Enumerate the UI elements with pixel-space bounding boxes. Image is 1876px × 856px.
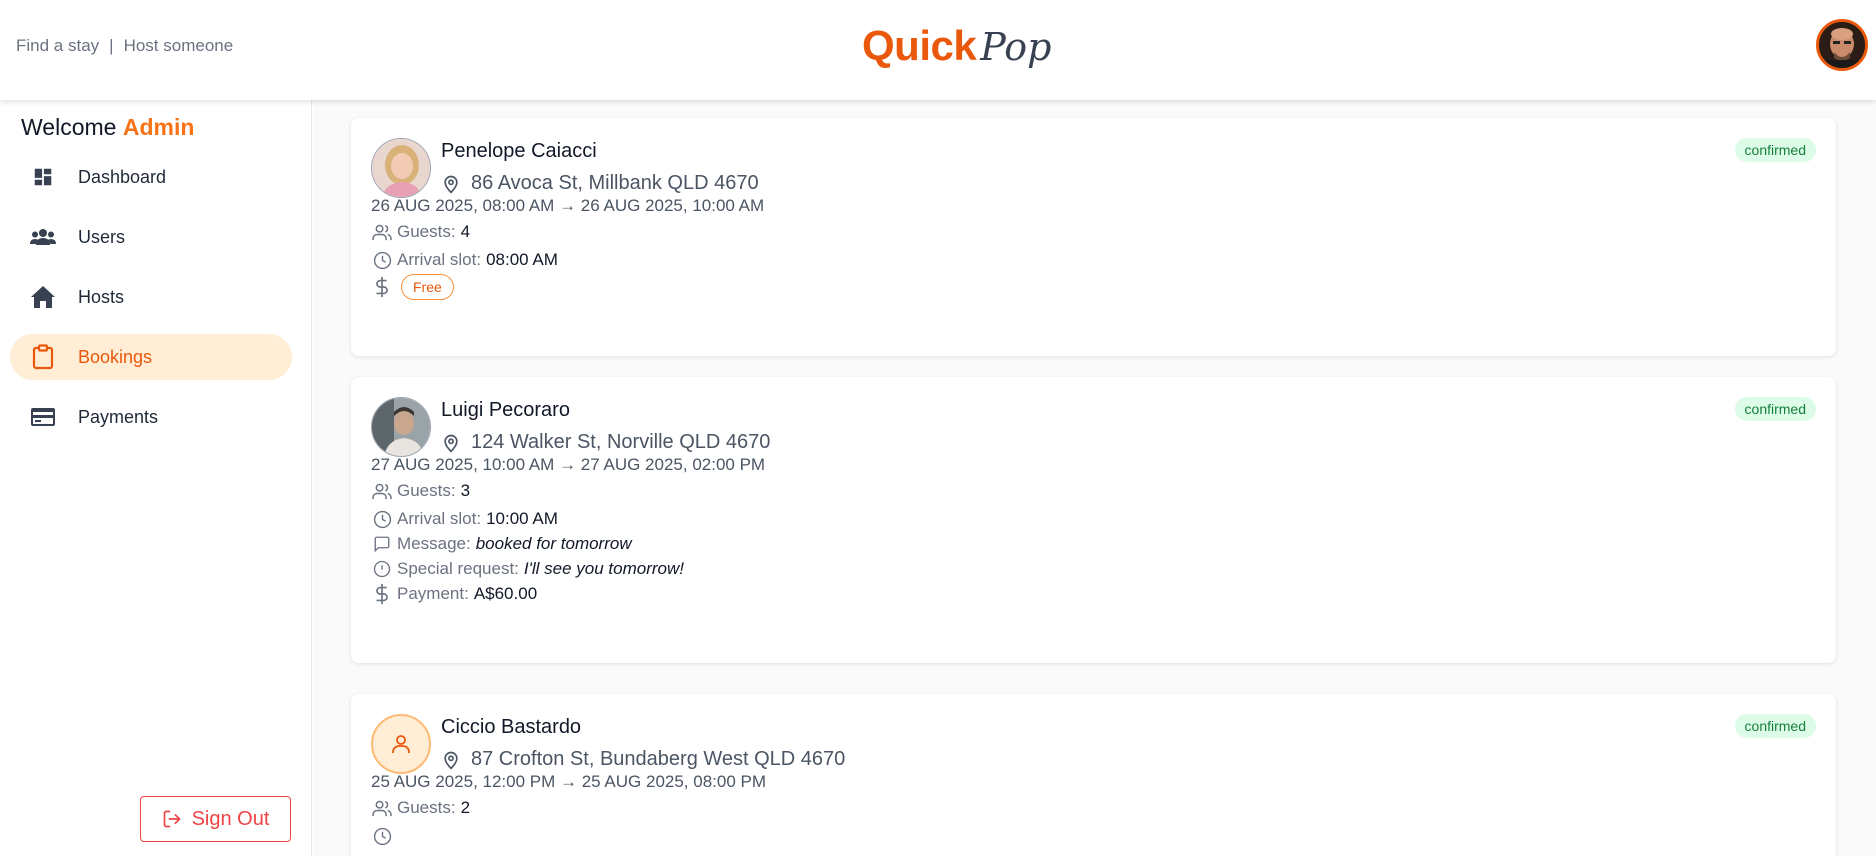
price-badge: Free [401,274,454,300]
users-icon [371,221,393,243]
dashboard-icon [28,162,58,192]
special-request-value: I'll see you tomorrow! [523,559,684,578]
message-value: booked for tomorrow [475,534,632,553]
arrival-row: Arrival slot: 10:00 AM [371,508,558,530]
guests-row: Guests: 4 [371,221,470,243]
top-header: Find a stay | Host someone Quick Pop [0,0,1876,100]
sign-out-button[interactable]: Sign Out [140,796,291,842]
clock-icon [371,508,393,530]
credit-card-icon [28,402,58,432]
users-icon [28,222,58,252]
booking-card[interactable]: Penelope Caiacci 86 Avoca St, Millbank Q… [351,118,1836,356]
host-someone-link[interactable]: Host someone [124,36,234,55]
guests-row: Guests: 3 [371,480,470,502]
map-pin-icon [444,434,458,452]
arrival-row: Arrival slot: 08:00 AM [371,249,558,271]
arrival-label: Arrival slot: [397,509,482,528]
guest-avatar [371,138,431,198]
guests-value: 2 [460,798,471,817]
nav-separator: | [109,36,114,55]
users-icon [371,797,393,819]
map-pin-icon [444,751,458,769]
address-text: 87 Crofton St, Bundaberg West QLD 4670 [471,748,846,770]
booking-card[interactable]: Luigi Pecoraro 124 Walker St, Norville Q… [351,377,1836,663]
logo-pop-text: Pop [980,25,1052,69]
logo-quick-text: Quick [862,22,977,69]
address-text: 86 Avoca St, Millbank QLD 4670 [471,172,759,194]
logout-icon [163,810,180,828]
sidebar-item-users[interactable]: Users [10,214,292,260]
clipboard-icon [28,342,58,372]
guests-label: Guests: [397,222,456,241]
status-badge: confirmed [1734,714,1816,738]
user-icon [392,735,410,753]
status-badge: confirmed [1734,397,1816,421]
payment-value: A$60.00 [473,584,538,603]
arrival-label: Arrival slot: [397,250,482,269]
status-badge: confirmed [1734,138,1816,162]
sidebar: Welcome Admin Dashboard Users Hosts Book… [0,100,312,856]
booking-dates: 26 AUG 2025, 08:00 AM → 26 AUG 2025, 10:… [371,196,765,215]
guest-name: Penelope Caiacci [441,140,597,162]
sidebar-item-dashboard[interactable]: Dashboard [10,154,292,200]
sidebar-item-payments[interactable]: Payments [10,394,292,440]
user-avatar[interactable] [1816,19,1868,71]
find-a-stay-link[interactable]: Find a stay [16,36,99,55]
price-row: Free [371,274,454,300]
guests-value: 3 [460,481,471,500]
welcome-heading: Welcome Admin [21,114,194,141]
guest-name: Luigi Pecoraro [441,399,570,421]
booking-dates: 27 AUG 2025, 10:00 AM → 27 AUG 2025, 02:… [371,455,766,474]
guest-avatar-placeholder [371,714,431,774]
special-request-label: Special request: [397,559,519,578]
payment-label: Payment: [397,584,469,603]
sidebar-item-hosts[interactable]: Hosts [10,274,292,320]
booking-address: 124 Walker St, Norville QLD 4670 [441,431,770,454]
sidebar-item-label: Hosts [78,286,125,307]
sidebar-item-label: Bookings [78,346,153,367]
guests-value: 4 [460,222,471,241]
message-icon [371,533,393,555]
sidebar-item-bookings[interactable]: Bookings [10,334,292,380]
guest-name: Ciccio Bastardo [441,716,582,738]
clock-icon [371,825,393,847]
top-nav: Find a stay | Host someone [16,36,233,56]
booking-address: 86 Avoca St, Millbank QLD 4670 [441,172,759,195]
payment-row: Payment: A$60.00 [371,583,537,605]
dollar-icon [371,583,393,605]
sidebar-item-label: Dashboard [78,166,167,187]
dollar-icon [371,276,393,298]
home-icon [28,282,58,312]
guests-row: Guests: 2 [371,797,470,819]
quickpop-logo[interactable]: Quick Pop [862,22,1051,78]
booking-address: 87 Crofton St, Bundaberg West QLD 4670 [441,748,845,771]
alert-circle-icon [371,558,393,580]
users-icon [371,480,393,502]
guest-avatar [371,397,431,457]
address-text: 124 Walker St, Norville QLD 4670 [471,431,771,453]
guests-label: Guests: [397,798,456,817]
sidebar-item-label: Users [78,226,126,247]
arrival-value: 08:00 AM [486,250,558,269]
booking-card[interactable]: Ciccio Bastardo 87 Crofton St, Bundaberg… [351,694,1836,856]
bookings-list: Penelope Caiacci 86 Avoca St, Millbank Q… [313,100,1876,856]
welcome-prefix: Welcome [21,114,117,140]
message-label: Message: [397,534,471,553]
guests-label: Guests: [397,481,456,500]
map-pin-icon [444,175,458,193]
sidebar-item-label: Payments [78,406,159,427]
sign-out-label: Sign Out [191,807,270,830]
special-request-row: Special request: I'll see you tomorrow! [371,558,684,580]
arrival-value: 10:00 AM [486,509,558,528]
arrival-row [371,825,397,847]
clock-icon [371,249,393,271]
booking-dates: 25 AUG 2025, 12:00 PM → 25 AUG 2025, 08:… [371,772,767,791]
message-row: Message: booked for tomorrow [371,533,632,555]
welcome-username: Admin [122,114,195,140]
